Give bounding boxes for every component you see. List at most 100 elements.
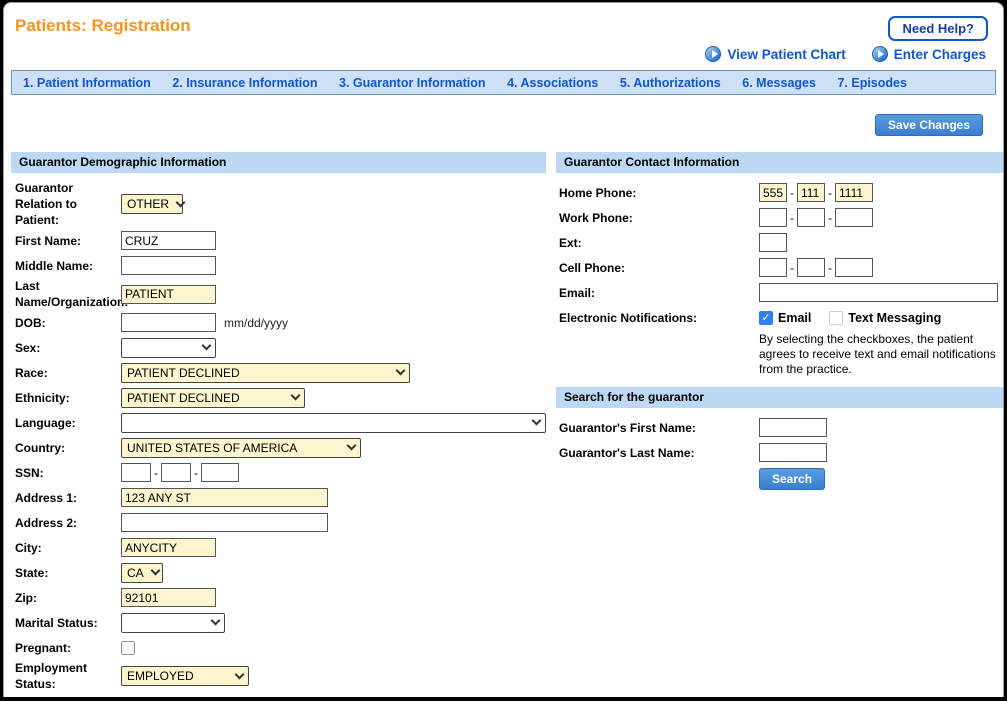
employment-status-select[interactable]: EMPLOYED — [121, 666, 249, 686]
relation-row: Guarantor Relation to Patient: OTHER — [11, 180, 546, 228]
city-input[interactable] — [121, 538, 216, 557]
text-messaging-option-label: Text Messaging — [848, 311, 941, 325]
tab-insurance-information[interactable]: 2. Insurance Information — [172, 76, 317, 90]
chevron-down-icon — [150, 566, 160, 576]
email-input[interactable] — [759, 283, 998, 302]
cell-phone-line-input[interactable] — [835, 258, 873, 277]
address1-input[interactable] — [121, 488, 328, 507]
cell-phone-area-input[interactable] — [759, 258, 787, 277]
ethnicity-row: Ethnicity: PATIENT DECLINED — [11, 385, 546, 410]
ethnicity-select[interactable]: PATIENT DECLINED — [121, 388, 305, 408]
ssn-part2-input[interactable] — [161, 463, 191, 482]
first-name-row: First Name: — [11, 228, 546, 253]
employment-status-label: Employment Status: — [11, 660, 121, 692]
tab-associations[interactable]: 4. Associations — [507, 76, 598, 90]
state-label: State: — [11, 565, 121, 581]
last-name-input[interactable] — [121, 285, 216, 304]
chevron-down-icon — [202, 341, 212, 351]
race-select[interactable]: PATIENT DECLINED — [121, 363, 410, 383]
marital-status-label: Marital Status: — [11, 615, 121, 631]
relation-value: OTHER — [127, 197, 169, 211]
pregnant-checkbox[interactable] — [121, 641, 135, 655]
guarantor-first-name-input[interactable] — [759, 418, 827, 437]
chevron-down-icon — [396, 366, 406, 376]
state-select[interactable]: CA — [121, 563, 163, 583]
sex-select[interactable] — [121, 338, 216, 358]
ssn-part3-input[interactable] — [201, 463, 239, 482]
chevron-down-icon — [235, 669, 245, 679]
enter-charges-link[interactable]: Enter Charges — [872, 46, 986, 62]
tab-episodes[interactable]: 7. Episodes — [837, 76, 906, 90]
last-name-label: Last Name/Organization: — [11, 278, 121, 310]
save-row: Save Changes — [11, 114, 996, 136]
pregnant-label: Pregnant: — [11, 640, 121, 656]
email-notification-checkbox[interactable] — [759, 311, 773, 325]
need-help-button[interactable]: Need Help? — [888, 16, 988, 41]
text-messaging-checkbox[interactable] — [829, 311, 843, 325]
chevron-down-icon — [176, 197, 186, 207]
save-changes-button[interactable]: Save Changes — [875, 114, 983, 136]
ethnicity-label: Ethnicity: — [11, 390, 121, 406]
work-phone-area-input[interactable] — [759, 208, 787, 227]
first-name-input[interactable] — [121, 231, 216, 250]
address1-row: Address 1: — [11, 485, 546, 510]
page-title: Patients: Registration — [15, 16, 191, 36]
work-phone-label: Work Phone: — [556, 210, 759, 226]
employment-status-value: EMPLOYED — [127, 669, 194, 683]
demographic-panel-header: Guarantor Demographic Information — [11, 152, 546, 173]
dob-input[interactable] — [121, 313, 216, 332]
guarantor-contact-panel: Guarantor Contact Information Home Phone… — [556, 152, 1004, 377]
address2-input[interactable] — [121, 513, 328, 532]
tab-patient-information[interactable]: 1. Patient Information — [23, 76, 151, 90]
ext-input[interactable] — [759, 233, 787, 252]
home-phone-line-input[interactable] — [835, 183, 873, 202]
play-circle-icon[interactable] — [872, 46, 888, 62]
sex-label: Sex: — [11, 340, 121, 356]
dob-row: DOB: mm/dd/yyyy — [11, 310, 546, 335]
tab-guarantor-information[interactable]: 3. Guarantor Information — [339, 76, 486, 90]
guarantor-last-name-input[interactable] — [759, 443, 827, 462]
enter-charges-label: Enter Charges — [894, 47, 986, 62]
guarantor-search-panel: Search for the guarantor Guarantor's Fir… — [556, 387, 1004, 490]
search-panel-header: Search for the guarantor — [556, 387, 1004, 408]
registration-page: Patients: Registration Need Help? View P… — [3, 2, 1004, 697]
home-phone-row: Home Phone: - - — [556, 180, 1004, 205]
marital-status-row: Marital Status: — [11, 610, 546, 635]
zip-input[interactable] — [121, 588, 216, 607]
relation-select[interactable]: OTHER — [121, 194, 183, 214]
marital-status-select[interactable] — [121, 613, 225, 633]
chevron-down-icon — [532, 416, 542, 426]
chevron-down-icon — [291, 391, 301, 401]
address2-label: Address 2: — [11, 515, 121, 531]
country-select[interactable]: UNITED STATES OF AMERICA — [121, 438, 361, 458]
zip-row: Zip: — [11, 585, 546, 610]
race-value: PATIENT DECLINED — [127, 366, 240, 380]
view-patient-chart-link[interactable]: View Patient Chart — [705, 46, 845, 62]
tab-messages[interactable]: 6. Messages — [742, 76, 816, 90]
work-phone-row: Work Phone: - - — [556, 205, 1004, 230]
relation-label: Guarantor Relation to Patient: — [11, 180, 121, 228]
ssn-row: SSN: - - — [11, 460, 546, 485]
search-button[interactable]: Search — [759, 468, 825, 490]
work-phone-prefix-input[interactable] — [797, 208, 825, 227]
cell-phone-label: Cell Phone: — [556, 260, 759, 276]
country-row: Country: UNITED STATES OF AMERICA — [11, 435, 546, 460]
cell-phone-prefix-input[interactable] — [797, 258, 825, 277]
ssn-part1-input[interactable] — [121, 463, 151, 482]
guarantor-first-name-row: Guarantor's First Name: — [556, 415, 1004, 440]
play-circle-icon[interactable] — [705, 46, 721, 62]
language-select[interactable] — [121, 413, 546, 433]
pregnant-row: Pregnant: — [11, 635, 546, 660]
middle-name-label: Middle Name: — [11, 258, 121, 274]
email-label: Email: — [556, 285, 759, 301]
guarantor-last-name-label: Guarantor's Last Name: — [556, 445, 759, 461]
middle-name-input[interactable] — [121, 256, 216, 275]
chevron-down-icon — [211, 616, 221, 626]
tab-authorizations[interactable]: 5. Authorizations — [620, 76, 721, 90]
city-row: City: — [11, 535, 546, 560]
race-row: Race: PATIENT DECLINED — [11, 360, 546, 385]
cell-phone-row: Cell Phone: - - — [556, 255, 1004, 280]
work-phone-line-input[interactable] — [835, 208, 873, 227]
home-phone-prefix-input[interactable] — [797, 183, 825, 202]
home-phone-area-input[interactable] — [759, 183, 787, 202]
